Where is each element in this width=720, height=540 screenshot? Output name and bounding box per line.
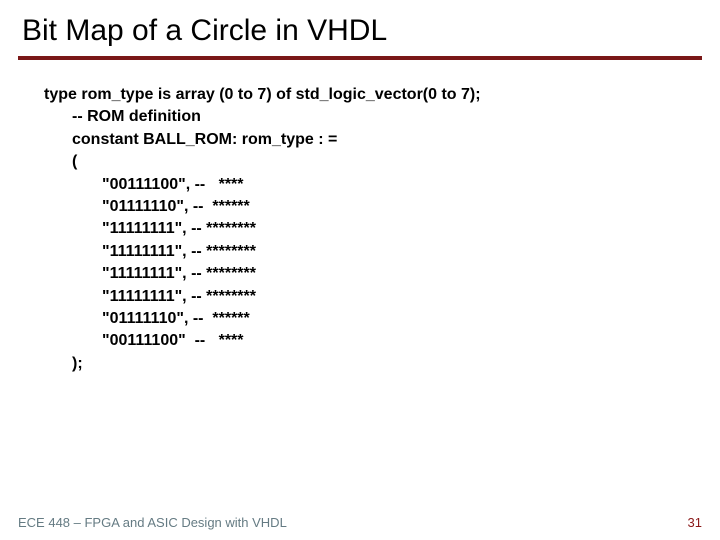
code-line: type rom_type is array (0 to 7) of std_l…	[44, 84, 720, 106]
code-line: "11111111", -- ********	[44, 286, 720, 308]
code-line: );	[44, 353, 720, 375]
code-block: type rom_type is array (0 to 7) of std_l…	[0, 60, 720, 375]
code-line: "11111111", -- ********	[44, 263, 720, 285]
code-line: (	[44, 151, 720, 173]
code-line: "00111100", -- ****	[44, 174, 720, 196]
code-line: "11111111", -- ********	[44, 218, 720, 240]
page-title: Bit Map of a Circle in VHDL	[0, 0, 720, 56]
page-number: 31	[688, 515, 702, 530]
code-line: "01111110", -- ******	[44, 308, 720, 330]
footer-left: ECE 448 – FPGA and ASIC Design with VHDL	[18, 515, 287, 530]
code-line: constant BALL_ROM: rom_type : =	[44, 129, 720, 151]
footer: ECE 448 – FPGA and ASIC Design with VHDL…	[18, 515, 702, 530]
code-line: -- ROM definition	[44, 106, 720, 128]
code-line: "01111110", -- ******	[44, 196, 720, 218]
code-line: "11111111", -- ********	[44, 241, 720, 263]
code-line: "00111100" -- ****	[44, 330, 720, 352]
